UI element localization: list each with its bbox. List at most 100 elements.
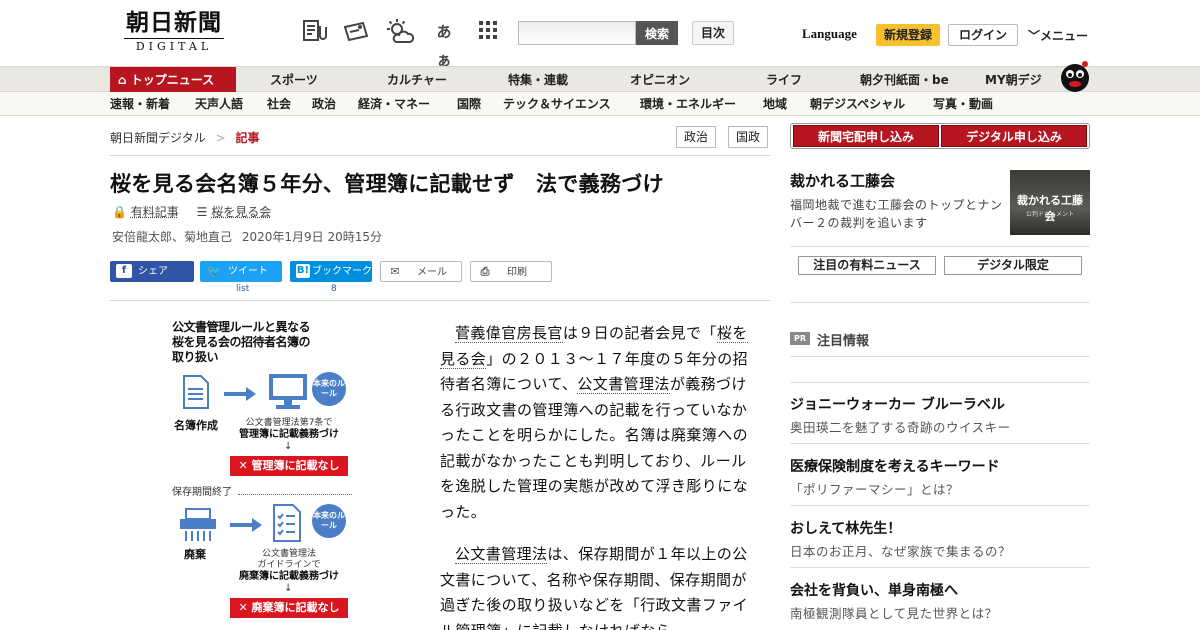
divider: [790, 246, 1090, 247]
feature-thumbnail-title: 裁かれる工藤会: [1017, 194, 1083, 223]
breadcrumb-home[interactable]: 朝日新聞デジタル: [110, 131, 206, 145]
language-link[interactable]: Language: [802, 26, 857, 42]
subnav-item-photo[interactable]: 写真・動画: [933, 92, 993, 116]
subnav-item-special[interactable]: 朝デジスペシャル: [810, 92, 905, 116]
digital-only-button[interactable]: デジタル限定: [944, 256, 1082, 275]
print-label: 印刷: [507, 267, 527, 278]
nav-item-top-news[interactable]: ⌂ トップニュース: [110, 67, 236, 93]
breadcrumb: 朝日新聞デジタル > 記事: [110, 129, 260, 146]
red-label-no-registry: ✕ 管理簿に記載なし: [230, 456, 348, 476]
divider: [110, 155, 770, 156]
label-dispose: 廃棄: [184, 548, 206, 561]
infographic-title-2: 桜を見る会の招待者名簿の: [172, 335, 311, 349]
series-link[interactable]: 桜を見る会: [211, 205, 271, 219]
ad-desc-3[interactable]: 日本のお正月、なぜ家族で集まるの？: [790, 541, 1011, 560]
subnav-item-latest[interactable]: 速報・新着: [110, 92, 170, 116]
facebook-share-label: シェア: [138, 266, 168, 277]
nav-item-my[interactable]: MY朝デジ: [985, 67, 1042, 93]
logo-sub-text: DIGITAL: [124, 38, 224, 53]
law1-note: 公文書管理法第7条で: [245, 418, 333, 428]
subnav-item-environment[interactable]: 環境・エネルギー: [640, 92, 736, 116]
ad-title-2[interactable]: 医療保険制度を考えるキーワード: [790, 456, 1000, 476]
login-button[interactable]: ログイン: [948, 24, 1018, 46]
hatena-bookmark-button[interactable]: B! ブックマーク: [290, 261, 372, 282]
article-byline: 安倍龍太郎、菊地直己 2020年1月9日 20時15分: [112, 228, 382, 245]
menu-button[interactable]: ﹀メニュー: [1028, 27, 1088, 44]
breadcrumb-separator: >: [215, 131, 226, 145]
featured-paid-news-button[interactable]: 注目の有料ニュース: [798, 256, 936, 275]
ad-title-1[interactable]: ジョニーウォーカー ブルーラベル: [790, 394, 1005, 414]
home-icon: ⌂: [118, 73, 127, 87]
feature-title[interactable]: 裁かれる工藤会: [790, 170, 895, 191]
divider: [110, 300, 770, 301]
shredder-icon: [178, 507, 218, 547]
ad-title-4[interactable]: 会社を背負い、単身南極へ: [790, 580, 958, 600]
subnav-item-tech[interactable]: テック＆サイエンス: [503, 92, 611, 116]
arrow-right-icon: [230, 517, 262, 536]
paper-clip-icon[interactable]: [300, 18, 328, 46]
para1-text-3: が義務づける行政文書の管理簿への記載を行っていなかったことを明らかにした。名簿は…: [440, 375, 749, 521]
period-end-label: 保存期間終了: [172, 487, 232, 498]
twitter-share-button[interactable]: 🐦 ツイート: [200, 261, 282, 282]
subnav-item-world[interactable]: 国際: [457, 92, 481, 116]
divider: [790, 567, 1090, 568]
paid-article-link[interactable]: 有料記事: [131, 205, 179, 219]
search-button[interactable]: 検索: [636, 21, 678, 45]
mail-icon: ✉: [390, 265, 400, 278]
mail-share-button[interactable]: ✉ メール: [380, 261, 462, 282]
nav-item-culture[interactable]: カルチャー: [387, 67, 447, 93]
font-size-icon[interactable]: あぁ: [430, 18, 458, 69]
tag-politics[interactable]: 政治: [676, 126, 717, 148]
facebook-share-button[interactable]: f シェア: [110, 261, 194, 282]
coupon-icon[interactable]: [342, 18, 370, 46]
tag-national[interactable]: 国政: [728, 126, 769, 148]
subnav-item-region[interactable]: 地域: [763, 92, 787, 116]
grid-icon[interactable]: [474, 18, 502, 46]
divider: [790, 302, 1090, 303]
original-rule-badge: 本来のルール: [312, 504, 346, 538]
subnav-item-tensei[interactable]: 天声人語: [195, 92, 243, 116]
feature-thumbnail-subtitle: 公判ドキュメント: [1025, 211, 1074, 218]
mascot-icon[interactable]: [1058, 59, 1092, 93]
signup-button[interactable]: 新規登録: [876, 24, 940, 46]
label-create: 名簿作成: [174, 419, 218, 432]
digital-subscribe-button[interactable]: デジタル申し込み: [941, 125, 1087, 147]
publish-date: 2020年1月9日 20時15分: [241, 230, 383, 244]
law1-rule: 管理簿に記載義務づけ: [239, 429, 339, 440]
subnav-item-economy[interactable]: 経済・マネー: [358, 92, 430, 116]
print-button[interactable]: ⎙ 印刷: [470, 261, 552, 282]
ad-desc-1[interactable]: 奥田瑛二を魅了する奇跡のウイスキー: [790, 417, 1011, 436]
link-public-records-act[interactable]: 公文書管理法: [577, 375, 670, 394]
pr-badge: PR: [790, 332, 810, 345]
dotted-divider: [238, 494, 352, 495]
menu-label: メニュー: [1040, 29, 1089, 43]
nav-item-life[interactable]: ライフ: [766, 67, 802, 93]
weather-icon[interactable]: [386, 18, 415, 46]
twitter-count[interactable]: list: [236, 284, 249, 294]
nav-item-sports[interactable]: スポーツ: [270, 67, 318, 93]
link-public-records-act[interactable]: 公文書管理法: [455, 545, 548, 564]
computer-icon: [266, 372, 310, 416]
nav-item-opinion[interactable]: オピニオン: [630, 67, 690, 93]
infographic-title-3: 取り扱い: [172, 350, 219, 364]
subnav-item-society[interactable]: 社会: [267, 92, 291, 116]
ad-desc-2[interactable]: 「ポリファーマシー」とは？: [790, 479, 959, 498]
newspaper-subscribe-button[interactable]: 新聞宅配申し込み: [793, 125, 939, 147]
infographic-title-1: 公文書管理ルールと異なる: [172, 320, 311, 334]
lock-icon: 🔒: [112, 205, 127, 219]
sub-nav: 速報・新着 天声人語 社会 政治 経済・マネー 国際 テック＆サイエンス 環境・…: [0, 92, 1200, 116]
hatena-count[interactable]: 8: [331, 284, 337, 294]
search-input[interactable]: [518, 21, 636, 45]
divider: [790, 382, 1090, 383]
facebook-icon: f: [116, 264, 132, 278]
toc-button[interactable]: 目次: [692, 21, 734, 45]
ad-desc-4[interactable]: 南極観測隊員として見た世界とは？: [790, 603, 998, 622]
subnav-item-politics[interactable]: 政治: [312, 92, 336, 116]
nav-item-paper[interactable]: 朝夕刊紙面・be: [860, 67, 949, 93]
site-logo[interactable]: 朝日新聞 DIGITAL: [118, 10, 230, 54]
ad-title-3[interactable]: おしえて林先生！: [790, 518, 901, 538]
nav-item-features[interactable]: 特集・連載: [508, 67, 568, 93]
article-infographic[interactable]: 公文書管理ルールと異なる 桜を見る会の招待者名簿の 取り扱い 名簿作成 本来のル…: [172, 320, 352, 630]
link-suga[interactable]: 菅義偉官房長官: [455, 324, 563, 343]
authors: 安倍龍太郎、菊地直己: [112, 230, 233, 244]
